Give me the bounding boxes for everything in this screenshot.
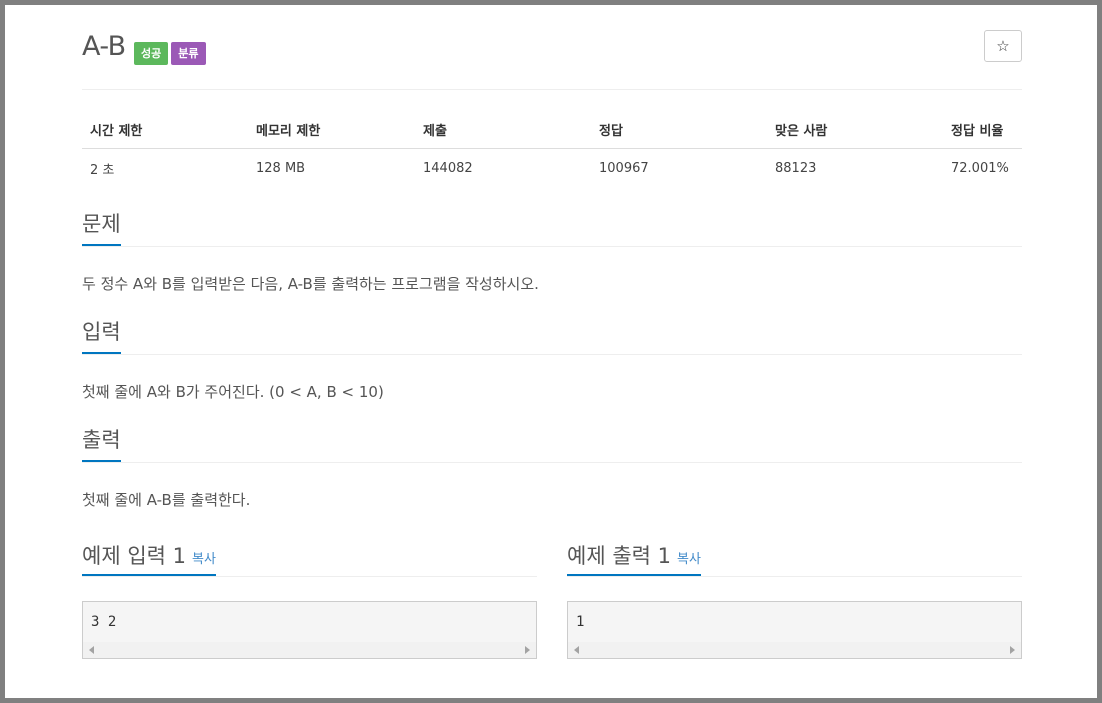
table-header-row: 시간 제한 메모리 제한 제출 정답 맞은 사람 정답 비율 xyxy=(82,112,1022,149)
input-header: 입력 xyxy=(82,316,1022,355)
copy-input-link[interactable]: 복사 xyxy=(192,552,216,567)
category-badge[interactable]: 분류 xyxy=(171,42,206,65)
problem-info-table: 시간 제한 메모리 제한 제출 정답 맞은 사람 정답 비율 2 초 128 M… xyxy=(82,112,1022,186)
sample-output-box[interactable]: 1 xyxy=(567,601,1022,659)
sample-input-box[interactable]: 3 2 xyxy=(82,601,537,659)
star-button[interactable]: ☆ xyxy=(984,30,1022,62)
problem-title: A-B xyxy=(82,31,126,62)
input-title: 입력 xyxy=(82,316,121,354)
scroll-right-icon[interactable] xyxy=(525,646,530,654)
scroll-left-icon[interactable] xyxy=(574,646,579,654)
header-time-limit: 시간 제한 xyxy=(82,112,248,149)
output-text: 첫째 줄에 A-B를 출력한다. xyxy=(82,491,251,509)
time-limit-value: 2 초 xyxy=(90,163,115,178)
memory-limit-value: 128 MB xyxy=(256,161,306,176)
header-memory-limit: 메모리 제한 xyxy=(248,112,415,149)
description-text: 두 정수 A와 B를 입력받은 다음, A-B를 출력하는 프로그램을 작성하시… xyxy=(82,275,539,293)
sample-input-header: 예제 입력 1 복사 xyxy=(82,540,537,577)
description-header: 문제 xyxy=(82,208,1022,247)
badge-group: 성공 분류 xyxy=(134,42,206,65)
submissions-value: 144082 xyxy=(423,161,473,176)
accept-ratio-value: 72.001% xyxy=(951,161,1009,176)
star-icon: ☆ xyxy=(996,37,1010,55)
scroll-left-icon[interactable] xyxy=(89,646,94,654)
output-section: 출력 첫째 줄에 A-B를 출력한다. xyxy=(82,424,1022,532)
samples-row: 예제 입력 1 복사 3 2 예제 출력 1 복사 1 xyxy=(82,540,1022,659)
horizontal-scrollbar[interactable] xyxy=(568,642,1021,658)
problem-content: A-B 성공 분류 ☆ 시간 제한 메모리 제한 제출 정답 맞은 사람 정답 … xyxy=(82,5,1022,659)
header-accept-ratio: 정답 비율 xyxy=(943,112,1022,149)
table-row: 2 초 128 MB 144082 100967 88123 72.001% xyxy=(82,149,1022,187)
sample-output-title-text: 예제 출력 1 xyxy=(567,544,671,568)
sample-input-panel: 예제 입력 1 복사 3 2 xyxy=(82,540,537,659)
page-frame: A-B 성공 분류 ☆ 시간 제한 메모리 제한 제출 정답 맞은 사람 정답 … xyxy=(5,5,1097,698)
solved-users-value: 88123 xyxy=(775,161,817,176)
sample-output-header: 예제 출력 1 복사 xyxy=(567,540,1022,577)
sample-input-code: 3 2 xyxy=(91,614,117,630)
description-title: 문제 xyxy=(82,208,121,246)
sample-output-code: 1 xyxy=(576,614,585,630)
sample-input-title: 예제 입력 1 복사 xyxy=(82,540,216,576)
header-submissions: 제출 xyxy=(415,112,591,149)
problem-header: A-B 성공 분류 ☆ xyxy=(82,5,1022,90)
success-badge[interactable]: 성공 xyxy=(134,42,169,65)
scroll-right-icon[interactable] xyxy=(1010,646,1015,654)
sample-output-title: 예제 출력 1 복사 xyxy=(567,540,701,576)
accepted-value: 100967 xyxy=(599,161,649,176)
input-text: 첫째 줄에 A와 B가 주어진다. (0 < A, B < 10) xyxy=(82,383,384,401)
horizontal-scrollbar[interactable] xyxy=(83,642,536,658)
output-header: 출력 xyxy=(82,424,1022,463)
copy-output-link[interactable]: 복사 xyxy=(677,552,701,567)
input-section: 입력 첫째 줄에 A와 B가 주어진다. (0 < A, B < 10) xyxy=(82,316,1022,424)
output-title: 출력 xyxy=(82,424,121,462)
description-section: 문제 두 정수 A와 B를 입력받은 다음, A-B를 출력하는 프로그램을 작… xyxy=(82,208,1022,316)
sample-input-title-text: 예제 입력 1 xyxy=(82,544,186,568)
sample-output-panel: 예제 출력 1 복사 1 xyxy=(567,540,1022,659)
header-solved-users: 맞은 사람 xyxy=(767,112,943,149)
header-accepted: 정답 xyxy=(591,112,767,149)
